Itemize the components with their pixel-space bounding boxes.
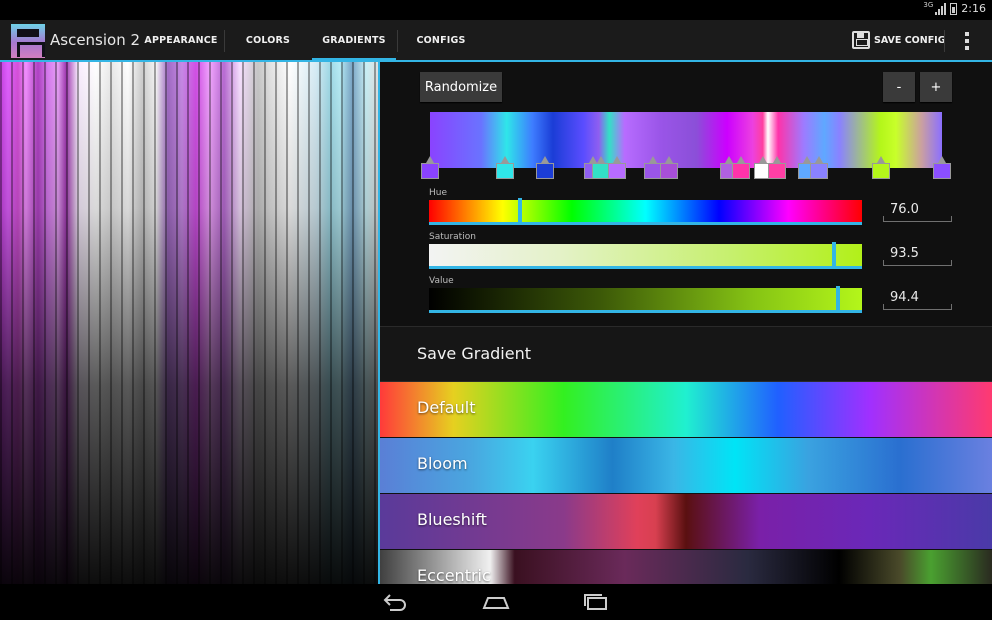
signal-icon <box>935 2 947 15</box>
remove-stop-button[interactable]: - <box>883 72 915 102</box>
status-bar: 3G 2:16 <box>0 0 992 20</box>
hue-label: Hue <box>429 188 448 198</box>
back-icon[interactable] <box>382 592 410 612</box>
gradient-stop-marker[interactable] <box>608 156 626 179</box>
gradient-item-eccentric[interactable]: Eccentric <box>380 550 992 584</box>
hue-slider-thumb[interactable] <box>518 198 522 224</box>
tab-gradients[interactable]: GRADIENTS <box>312 20 396 62</box>
gradient-item-label: Default <box>417 398 476 417</box>
save-config-button[interactable]: SAVE CONFIG <box>852 20 946 60</box>
value-slider-thumb[interactable] <box>836 286 840 312</box>
hue-value-field[interactable]: 76.0 <box>883 200 952 222</box>
add-stop-button[interactable]: + <box>920 72 952 102</box>
app-logo-icon[interactable] <box>11 24 45 58</box>
value-value-field[interactable]: 94.4 <box>883 288 952 310</box>
gradient-stop-marker[interactable] <box>660 156 678 179</box>
gradient-item-label: Bloom <box>417 454 468 473</box>
save-gradient-button[interactable]: Save Gradient <box>380 326 992 382</box>
overflow-menu-icon[interactable] <box>960 31 974 51</box>
save-config-label: SAVE CONFIG <box>874 34 946 46</box>
save-gradient-label: Save Gradient <box>417 344 531 363</box>
app-title: Ascension 2 <box>50 31 141 49</box>
gradient-item-default[interactable]: Default <box>380 382 992 438</box>
status-icons: 3G 2:16 <box>923 1 986 16</box>
gradient-item-bloom[interactable]: Bloom <box>380 438 992 494</box>
gradient-stop-marker[interactable] <box>872 156 890 179</box>
tab-colors[interactable]: COLORS <box>225 20 311 60</box>
action-bar: Ascension 2 APPEARANCE COLORS GRADIENTS … <box>0 20 992 62</box>
visualizer-preview <box>0 62 378 584</box>
gradient-list: Default Bloom Blueshift Eccentric <box>380 382 992 584</box>
gradient-stop-marker[interactable] <box>496 156 514 179</box>
gradient-stop-marker[interactable] <box>421 156 439 179</box>
gradient-editor-panel: Randomize - + Hue 76.0 Saturation 93.5 V… <box>380 62 992 584</box>
saturation-value-field[interactable]: 93.5 <box>883 244 952 266</box>
value-label: Value <box>429 276 454 286</box>
battery-icon <box>950 2 958 15</box>
gradient-stop-marker[interactable] <box>810 156 828 179</box>
preview-fade <box>0 62 378 584</box>
hue-slider[interactable] <box>429 198 862 225</box>
navigation-bar <box>0 584 992 620</box>
gradient-item-label: Blueshift <box>417 510 487 529</box>
gradient-stop-marker[interactable] <box>536 156 554 179</box>
randomize-button[interactable]: Randomize <box>420 72 502 102</box>
saturation-slider[interactable] <box>429 242 862 269</box>
network-type: 3G <box>923 1 934 9</box>
save-icon <box>852 31 870 49</box>
saturation-label: Saturation <box>429 232 476 242</box>
clock: 2:16 <box>961 2 986 15</box>
home-icon[interactable] <box>482 592 510 612</box>
recent-apps-icon[interactable] <box>582 592 610 612</box>
gradient-stop-marker[interactable] <box>768 156 786 179</box>
saturation-slider-thumb[interactable] <box>832 242 836 268</box>
tab-appearance[interactable]: APPEARANCE <box>138 20 224 60</box>
gradient-stop-marker[interactable] <box>732 156 750 179</box>
value-slider[interactable] <box>429 286 862 313</box>
gradient-item-label: Eccentric <box>417 566 491 584</box>
gradient-item-blueshift[interactable]: Blueshift <box>380 494 992 550</box>
action-divider <box>944 30 945 52</box>
gradient-stop-marker[interactable] <box>933 156 951 179</box>
tab-configs[interactable]: CONFIGS <box>398 20 484 60</box>
